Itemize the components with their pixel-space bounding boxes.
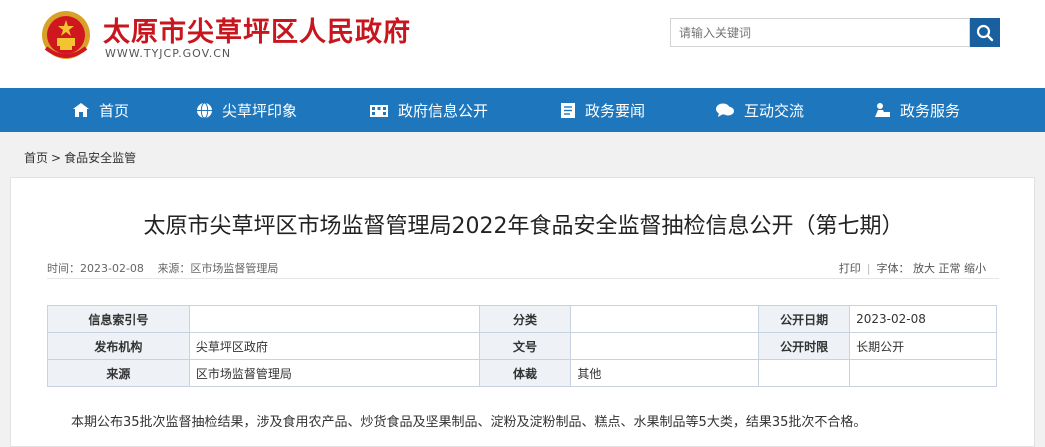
font-large-button[interactable]: 放大 [913, 262, 935, 275]
disclosure-period-label: 公开时限 [758, 332, 851, 360]
nav-item-news[interactable]: 政务要闻 [560, 88, 645, 132]
article-title: 太原市尖草坪区市场监督管理局2022年食品安全监督抽检信息公开（第七期） [143, 214, 904, 239]
breadcrumb-home[interactable]: 首页 [24, 151, 48, 165]
search-input[interactable] [670, 18, 970, 47]
nav-label: 首页 [99, 101, 130, 120]
nav-label: 政府信息公开 [398, 101, 489, 120]
font-size-label: 字体： [876, 262, 910, 275]
nav-item-info-disclosure[interactable]: 政府信息公开 [369, 88, 488, 132]
breadcrumb: 首页 > 食品安全监管 [24, 149, 136, 166]
article-card: 太原市尖草坪区市场监督管理局2022年食品安全监督抽检信息公开（第七期） 时间：… [10, 177, 1035, 447]
nav-label: 政务服务 [900, 101, 961, 120]
genre-value: 其他 [570, 359, 760, 387]
publisher-label: 发布机构 [47, 332, 190, 360]
chat-icon [716, 103, 734, 117]
font-small-button[interactable]: 缩小 [964, 262, 986, 275]
nav-item-service[interactable]: 政务服务 [873, 88, 960, 132]
category-value [570, 305, 760, 333]
site-title[interactable]: 太原市尖草坪区人民政府 [103, 10, 411, 49]
site-header: 太原市尖草坪区人民政府 WWW.TYJCP.GOV.CN [0, 0, 1045, 88]
publish-date-label: 公开日期 [758, 305, 851, 333]
category-label: 分类 [478, 305, 572, 333]
article-meta: 时间：2023-02-08 来源：区市场监督管理局 [47, 260, 288, 276]
search-icon [976, 24, 994, 41]
font-normal-button[interactable]: 正常 [939, 262, 961, 275]
globe-icon [197, 102, 212, 118]
table-row: 信息索引号 分类 公开日期 2023-02-08 [47, 305, 997, 333]
doc-no-label: 文号 [478, 332, 572, 360]
source-value: 区市场监督管理局 [188, 359, 480, 387]
breadcrumb-separator: > [51, 151, 62, 165]
article-source: 来源：区市场监督管理局 [157, 262, 279, 275]
index-label: 信息索引号 [47, 305, 190, 333]
doc-no-value [570, 332, 760, 360]
index-value [188, 305, 480, 333]
genre-label: 体裁 [478, 359, 572, 387]
empty-cell [849, 359, 997, 387]
nav-label: 互动交流 [744, 101, 805, 120]
nav-item-interaction[interactable]: 互动交流 [715, 88, 804, 132]
publish-date-value: 2023-02-08 [849, 305, 997, 333]
breadcrumb-current[interactable]: 食品安全监管 [64, 151, 136, 165]
table-row: 发布机构 尖草坪区政府 文号 公开时限 长期公开 [47, 332, 997, 360]
publisher-value: 尖草坪区政府 [188, 332, 480, 360]
nav-item-impression[interactable]: 尖草坪印象 [196, 88, 297, 132]
search-button[interactable] [970, 18, 1000, 47]
building-icon [370, 105, 388, 117]
nav-label: 政务要闻 [585, 101, 646, 120]
disclosure-period-value: 长期公开 [849, 332, 997, 360]
source-label: 来源 [47, 359, 190, 387]
site-domain: WWW.TYJCP.GOV.CN [105, 47, 232, 60]
publish-time: 时间：2023-02-08 [47, 262, 144, 275]
article-summary: 本期公布35批次监督抽检结果，涉及食用农产品、炒货食品及坚果制品、淀粉及淀粉制品… [71, 415, 867, 430]
national-emblem-icon [42, 11, 90, 59]
news-icon [561, 102, 575, 118]
print-button[interactable]: 打印 [839, 262, 861, 275]
nav-item-home[interactable]: 首页 [72, 88, 129, 132]
main-nav: 首页 尖草坪印象 政府信息公开 政务要闻 互动交流 政务服务 [0, 88, 1045, 132]
nav-label: 尖草坪印象 [222, 101, 298, 120]
table-row: 来源 区市场监督管理局 体裁 其他 [47, 359, 997, 387]
home-icon [73, 103, 89, 117]
meta-divider [47, 278, 999, 279]
article-tools: 打印 | 字体： 放大 正常 缩小 [838, 262, 986, 275]
empty-cell [758, 359, 851, 387]
service-icon [875, 103, 890, 117]
info-table: 信息索引号 分类 公开日期 2023-02-08 发布机构 尖草坪区政府 文号 … [47, 305, 997, 387]
